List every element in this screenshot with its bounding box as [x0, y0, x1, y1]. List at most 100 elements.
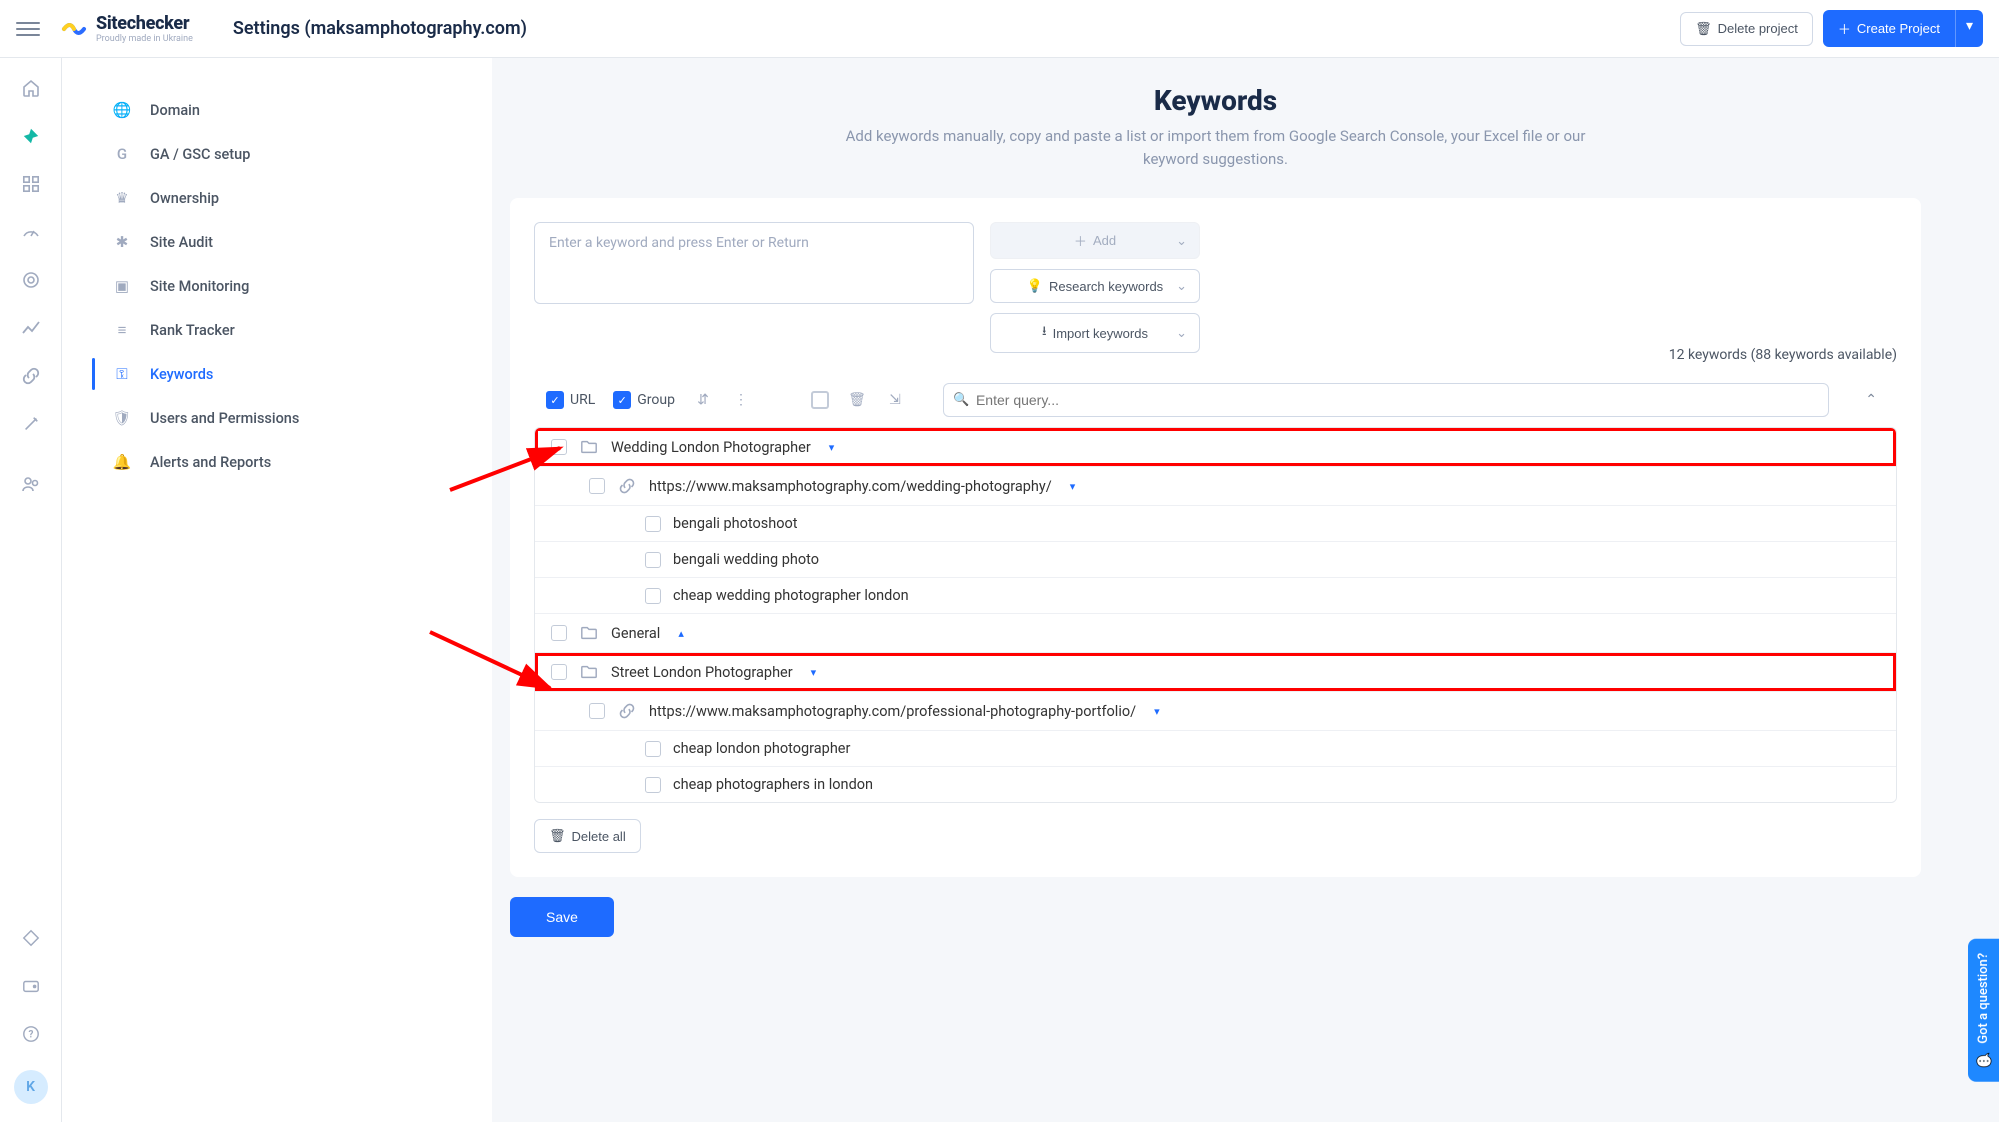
- checkbox-checked-icon: ✓: [546, 391, 564, 409]
- research-keywords-button[interactable]: 💡 Research keywords ⌄: [990, 269, 1200, 303]
- save-button[interactable]: Save: [510, 897, 614, 937]
- settings-item-ownership[interactable]: ♛Ownership: [62, 176, 492, 220]
- import-keywords-button[interactable]: ⭳ Import keywords ⌄: [990, 313, 1200, 353]
- trash-icon[interactable]: 🗑: [847, 392, 867, 408]
- folder-icon: [579, 623, 599, 643]
- tree-row-folder[interactable]: Wedding London Photographer ▾: [535, 428, 1896, 467]
- tree-structure-icon[interactable]: ⇵: [693, 392, 713, 408]
- link-icon: [617, 476, 637, 496]
- tree-row-url[interactable]: https://www.maksamphotography.com/weddin…: [535, 467, 1896, 506]
- search-input[interactable]: [943, 383, 1829, 417]
- keyword-counter: 12 keywords (88 keywords available): [534, 347, 1897, 363]
- hamburger-icon[interactable]: [16, 17, 40, 41]
- research-label: Research keywords: [1049, 279, 1163, 294]
- rail-help[interactable]: ?: [19, 1022, 43, 1046]
- caret-down-icon[interactable]: ▾: [1070, 480, 1076, 493]
- rail-trend[interactable]: [19, 316, 43, 340]
- tree-row-folder[interactable]: General▴: [535, 614, 1896, 653]
- monitor-icon: ▣: [112, 276, 132, 296]
- tree-row-kw[interactable]: cheap wedding photographer london: [535, 578, 1896, 614]
- keyword-input[interactable]: [534, 222, 974, 304]
- row-label: https://www.maksamphotography.com/weddin…: [649, 478, 1052, 495]
- bell-icon: 🔔: [112, 452, 132, 472]
- key-icon: ⚿: [112, 364, 132, 384]
- create-project-button[interactable]: ＋ Create Project: [1823, 10, 1955, 47]
- settings-item-ga-gsc-setup[interactable]: GGA / GSC setup: [62, 132, 492, 176]
- row-label: bengali wedding photo: [673, 551, 819, 568]
- settings-item-site-audit[interactable]: ✱Site Audit: [62, 220, 492, 264]
- group-checkbox-label: Group: [637, 392, 675, 408]
- row-checkbox[interactable]: [589, 703, 605, 719]
- chat-icon: 💬: [1976, 1052, 1991, 1068]
- add-button[interactable]: ＋ Add ⌄: [990, 222, 1200, 259]
- rail-link[interactable]: [19, 364, 43, 388]
- settings-item-domain[interactable]: 🌐Domain: [62, 88, 492, 132]
- group-checkbox[interactable]: ✓ Group: [613, 391, 675, 409]
- help-tab[interactable]: 💬 Got a question?: [1968, 939, 1999, 1082]
- rail-dashboard[interactable]: [19, 172, 43, 196]
- settings-item-label: Ownership: [150, 190, 219, 207]
- row-checkbox[interactable]: [589, 478, 605, 494]
- import-label: Import keywords: [1053, 326, 1148, 341]
- settings-item-alerts-and-reports[interactable]: 🔔Alerts and Reports: [62, 440, 492, 484]
- tree-row-folder[interactable]: Street London Photographer▾: [535, 653, 1896, 692]
- settings-item-site-monitoring[interactable]: ▣Site Monitoring: [62, 264, 492, 308]
- collapse-all-icon[interactable]: ⌃: [1857, 388, 1885, 412]
- caret-down-icon[interactable]: ▾: [811, 666, 817, 679]
- main-subtitle: Add keywords manually, copy and paste a …: [846, 125, 1586, 170]
- link-icon: [617, 701, 637, 721]
- main-header: Keywords Add keywords manually, copy and…: [510, 84, 1921, 170]
- delete-project-button[interactable]: 🗑 Delete project: [1680, 12, 1813, 46]
- settings-item-users-and-permissions[interactable]: 🛡Users and Permissions: [62, 396, 492, 440]
- create-project-label: Create Project: [1857, 21, 1940, 36]
- select-all-checkbox[interactable]: [811, 391, 829, 409]
- tree-row-kw[interactable]: bengali photoshoot: [535, 506, 1896, 542]
- settings-item-keywords[interactable]: ⚿Keywords: [62, 352, 492, 396]
- row-checkbox[interactable]: [551, 439, 567, 455]
- row-checkbox[interactable]: [645, 552, 661, 568]
- avatar[interactable]: K: [14, 1070, 48, 1104]
- row-label: cheap photographers in london: [673, 776, 873, 793]
- topbar-actions: 🗑 Delete project ＋ Create Project ▾: [1680, 10, 1983, 47]
- move-icon[interactable]: ⇲: [885, 392, 905, 408]
- keyword-tree: Wedding London Photographer▾https://www.…: [534, 427, 1897, 803]
- rail-pin[interactable]: [19, 124, 43, 148]
- logo[interactable]: Sitechecker Proudly made in Ukraine: [60, 13, 193, 44]
- settings-item-label: Rank Tracker: [150, 322, 235, 339]
- row-checkbox[interactable]: [551, 664, 567, 680]
- rail-speed[interactable]: [19, 220, 43, 244]
- avatar-letter: K: [26, 1079, 35, 1095]
- tree-row-kw[interactable]: cheap photographers in london: [535, 767, 1896, 802]
- url-checkbox[interactable]: ✓ URL: [546, 391, 595, 409]
- caret-up-icon[interactable]: ▴: [678, 627, 684, 640]
- row-checkbox[interactable]: [551, 625, 567, 641]
- tree-row-kw[interactable]: cheap london photographer: [535, 731, 1896, 767]
- caret-down-icon[interactable]: ▾: [1154, 705, 1160, 718]
- create-project-split: ＋ Create Project ▾: [1823, 10, 1983, 47]
- rail-home[interactable]: [19, 76, 43, 100]
- row-checkbox[interactable]: [645, 516, 661, 532]
- tree-row-kw[interactable]: bengali wedding photo: [535, 542, 1896, 578]
- search-wrap: 🔍: [943, 383, 1829, 417]
- delete-all-button[interactable]: 🗑 Delete all: [534, 819, 641, 853]
- row-checkbox[interactable]: [645, 741, 661, 757]
- rail-diamond[interactable]: [19, 926, 43, 950]
- folder-icon: [579, 437, 599, 457]
- chevron-down-icon: ⌄: [1176, 233, 1187, 249]
- caret-down-icon[interactable]: ▾: [829, 441, 835, 454]
- rail-magic[interactable]: [19, 412, 43, 436]
- tree-row-url[interactable]: https://www.maksamphotography.com/profes…: [535, 692, 1896, 731]
- main-title: Keywords: [510, 84, 1921, 117]
- bug-icon: ✱: [112, 232, 132, 252]
- row-label: Wedding London Photographer: [611, 439, 811, 456]
- rail-wallet[interactable]: [19, 974, 43, 998]
- trash-icon: 🗑: [549, 828, 566, 844]
- more-vert-icon[interactable]: ⋮: [731, 392, 751, 408]
- rail-team[interactable]: [19, 472, 43, 496]
- row-checkbox[interactable]: [645, 777, 661, 793]
- row-label: cheap wedding photographer london: [673, 587, 909, 604]
- settings-item-rank-tracker[interactable]: ≡Rank Tracker: [62, 308, 492, 352]
- create-project-dropdown[interactable]: ▾: [1955, 10, 1983, 47]
- row-checkbox[interactable]: [645, 588, 661, 604]
- rail-target[interactable]: [19, 268, 43, 292]
